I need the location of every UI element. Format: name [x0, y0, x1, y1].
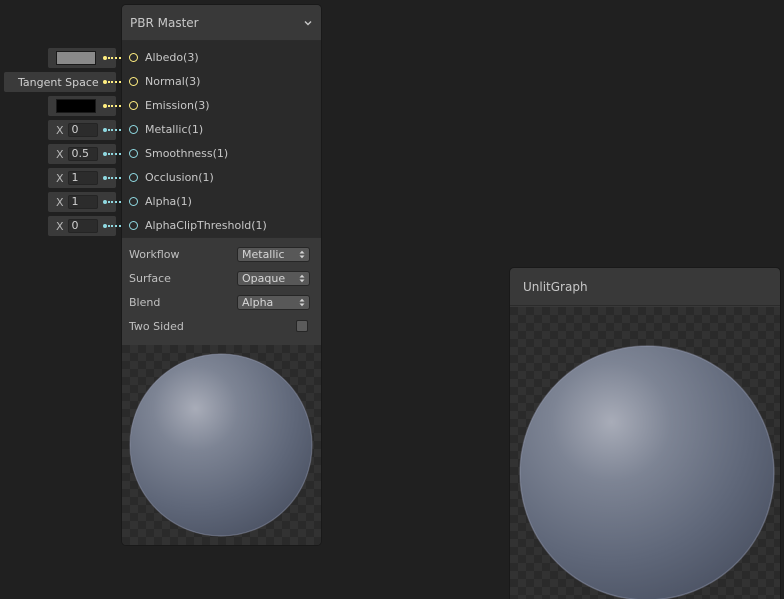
alpha-clip-threshold-axis: X	[56, 219, 64, 233]
port-smoothness[interactable]: Smoothness(1)	[122, 141, 321, 165]
metallic-axis: X	[56, 123, 64, 137]
unlit-graph-title: UnlitGraph	[523, 279, 588, 294]
smoothness-connector-dot	[103, 152, 107, 156]
surface-label: Surface	[129, 271, 171, 285]
workflow-dropdown[interactable]: Metallic	[237, 246, 310, 262]
two-sided-label: Two Sided	[129, 319, 184, 333]
normal-connector-dot	[103, 80, 107, 84]
unlit-graph-preview[interactable]	[510, 307, 780, 599]
normal-space-input[interactable]: Tangent Space	[4, 72, 116, 92]
occlusion-connector-dot	[103, 176, 107, 180]
port-metallic[interactable]: Metallic(1)	[122, 117, 321, 141]
smoothness-axis: X	[56, 147, 64, 161]
alpha-field[interactable]: 1	[67, 195, 98, 209]
workflow-label: Workflow	[129, 247, 180, 261]
port-label: Albedo(3)	[145, 50, 199, 64]
port-normal[interactable]: Normal(3)	[122, 69, 321, 93]
metallic-field[interactable]: 0	[67, 123, 98, 137]
port-circle-icon[interactable]	[129, 196, 138, 206]
metallic-connector-dot	[103, 128, 107, 132]
port-label: Normal(3)	[145, 74, 201, 88]
updown-arrows-icon	[299, 274, 305, 282]
occlusion-axis: X	[56, 171, 64, 185]
pbr-master-ports: Albedo(3) Normal(3) Emission(3) Metallic…	[122, 41, 321, 237]
port-label: Smoothness(1)	[145, 146, 229, 160]
two-sided-checkbox[interactable]	[296, 320, 308, 332]
port-circle-icon[interactable]	[129, 76, 138, 86]
smoothness-field[interactable]: 0.5	[67, 147, 98, 161]
albedo-connector-dot	[103, 56, 107, 60]
setting-surface: Surface Opaque	[122, 266, 321, 290]
port-alpha-clip-threshold[interactable]: AlphaClipThreshold(1)	[122, 213, 321, 237]
pbr-master-title: PBR Master	[130, 15, 199, 30]
port-circle-icon[interactable]	[129, 52, 138, 62]
emission-color-swatch[interactable]	[56, 99, 96, 113]
port-label: Emission(3)	[145, 98, 210, 112]
unlit-graph-header[interactable]: UnlitGraph	[510, 268, 780, 306]
pbr-master-settings: Workflow Metallic Surface Opaque Blend A…	[122, 237, 321, 345]
pbr-master-node[interactable]: PBR Master Albedo(3) Normal(3) Emission(…	[121, 4, 322, 546]
port-label: Alpha(1)	[145, 194, 192, 208]
port-alpha[interactable]: Alpha(1)	[122, 189, 321, 213]
pbr-master-preview[interactable]	[122, 345, 321, 545]
setting-blend: Blend Alpha	[122, 290, 321, 314]
port-label: Metallic(1)	[145, 122, 204, 136]
port-albedo[interactable]: Albedo(3)	[122, 45, 321, 69]
setting-workflow: Workflow Metallic	[122, 242, 321, 266]
port-circle-icon[interactable]	[129, 100, 138, 110]
setting-two-sided: Two Sided	[122, 314, 321, 338]
port-occlusion[interactable]: Occlusion(1)	[122, 165, 321, 189]
blend-label: Blend	[129, 295, 161, 309]
occlusion-field[interactable]: 1	[67, 171, 98, 185]
alpha-axis: X	[56, 195, 64, 209]
port-circle-icon[interactable]	[129, 172, 138, 182]
updown-arrows-icon	[299, 250, 305, 258]
surface-value: Opaque	[242, 271, 286, 285]
pbr-master-header[interactable]: PBR Master	[122, 5, 321, 41]
port-circle-icon[interactable]	[129, 124, 138, 134]
port-label: AlphaClipThreshold(1)	[145, 218, 267, 232]
blend-value: Alpha	[242, 295, 274, 309]
alpha-clip-threshold-field[interactable]: 0	[67, 219, 98, 233]
emission-connector-dot	[103, 104, 107, 108]
unlit-graph-node[interactable]: UnlitGraph	[509, 267, 781, 599]
port-circle-icon[interactable]	[129, 148, 138, 158]
normal-space-label: Tangent Space	[18, 75, 99, 89]
surface-dropdown[interactable]: Opaque	[237, 270, 310, 286]
workflow-value: Metallic	[242, 247, 285, 261]
alpha-clip-threshold-connector-dot	[103, 224, 107, 228]
port-emission[interactable]: Emission(3)	[122, 93, 321, 117]
albedo-color-swatch[interactable]	[56, 51, 96, 65]
chevron-down-icon[interactable]	[303, 18, 313, 28]
graph-canvas[interactable]: Tangent Space X 0 X 0.5 X 1 X 1 X 0 PBR …	[0, 0, 784, 599]
preview-sphere	[129, 353, 313, 537]
port-label: Occlusion(1)	[145, 170, 214, 184]
preview-sphere	[519, 345, 775, 599]
updown-arrows-icon	[299, 298, 305, 306]
port-circle-icon[interactable]	[129, 220, 138, 230]
blend-dropdown[interactable]: Alpha	[237, 294, 310, 310]
alpha-connector-dot	[103, 200, 107, 204]
